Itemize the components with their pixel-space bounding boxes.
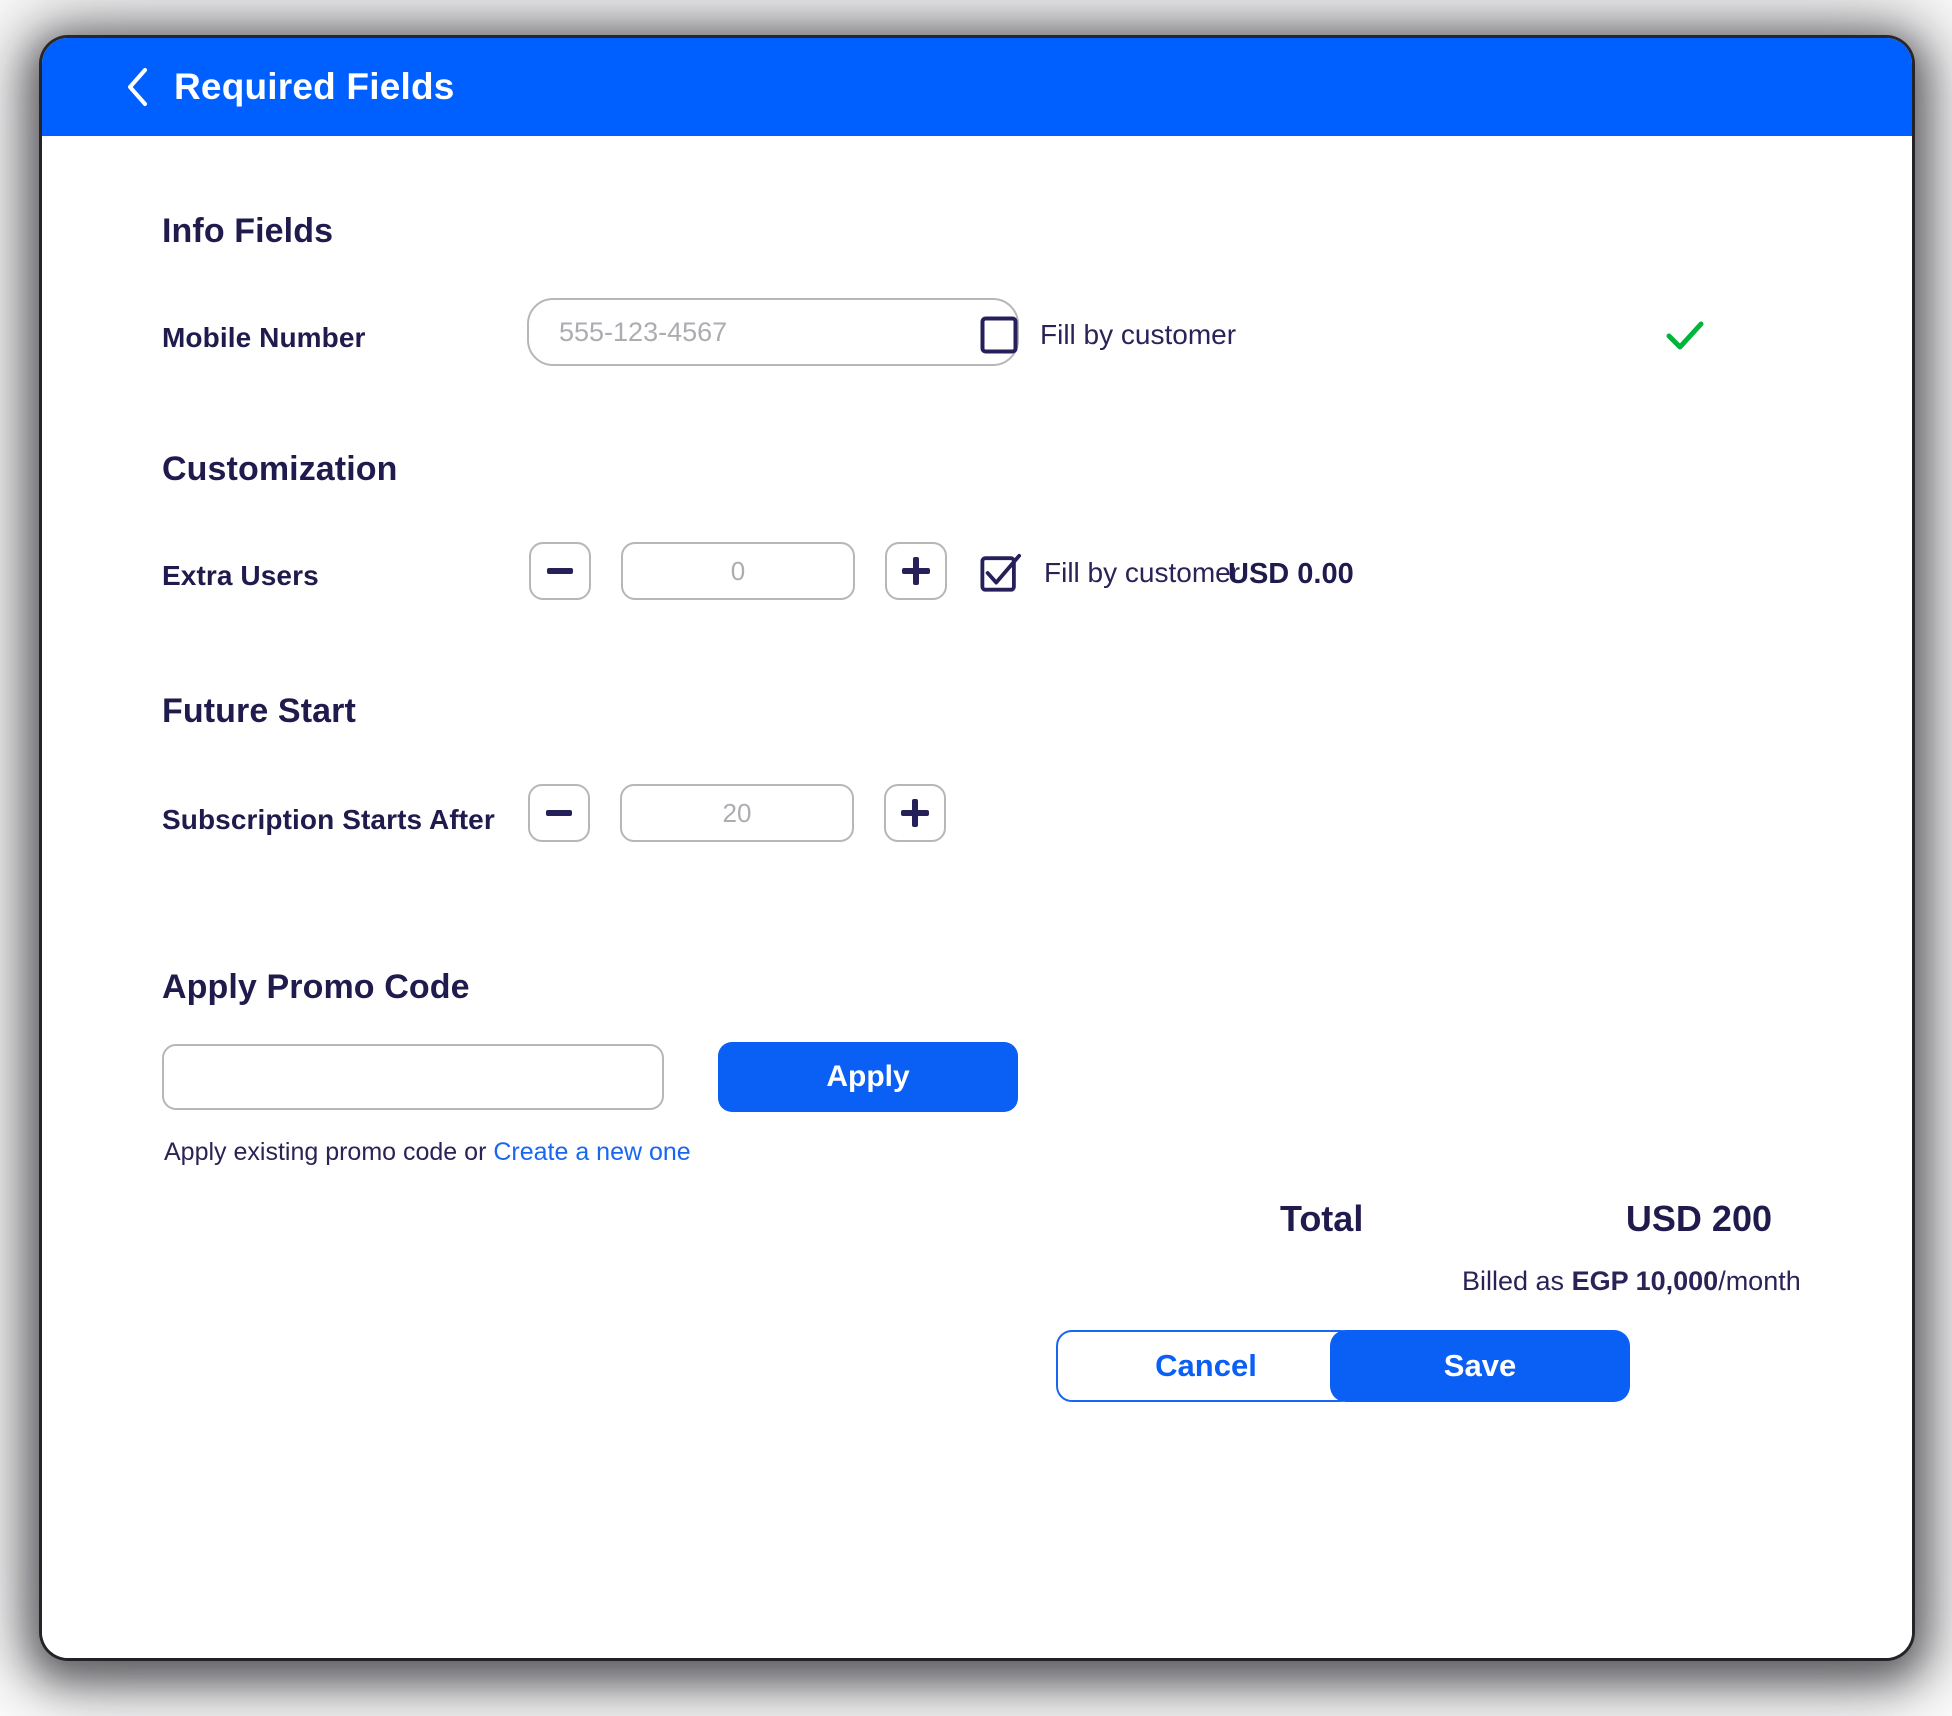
- extra-users-fill-by-customer-group[interactable]: Fill by customer: [980, 552, 1240, 594]
- subscription-starts-after-stepper: [528, 784, 946, 842]
- extra-users-price: USD 0.00: [1228, 558, 1354, 590]
- screen: Required Fields Info Fields Mobile Numbe…: [0, 0, 1952, 1716]
- billed-as-text: Billed as EGP 10,000/month: [1462, 1266, 1801, 1297]
- checkbox-checked-icon[interactable]: [980, 552, 1022, 594]
- extra-users-decrement-button[interactable]: [529, 542, 591, 600]
- promo-hint: Apply existing promo code or Create a ne…: [164, 1138, 691, 1167]
- section-title-customization: Customization: [162, 450, 398, 488]
- apply-promo-button[interactable]: Apply: [718, 1042, 1018, 1112]
- modal-body: Info Fields Mobile Number Fill by custom…: [42, 136, 1912, 1658]
- billed-suffix: /month: [1718, 1266, 1801, 1296]
- extra-users-fill-by-customer-label: Fill by customer: [1044, 557, 1241, 588]
- subscription-increment-button[interactable]: [884, 784, 946, 842]
- required-fields-modal: Required Fields Info Fields Mobile Numbe…: [42, 38, 1912, 1658]
- total-label: Total: [1280, 1198, 1364, 1239]
- save-button[interactable]: Save: [1330, 1330, 1630, 1402]
- mobile-fill-by-customer-label: Fill by customer: [1040, 319, 1237, 350]
- label-mobile-number: Mobile Number: [162, 322, 366, 353]
- mobile-number-input[interactable]: [527, 298, 1019, 366]
- modal-titlebar: Required Fields: [42, 38, 1912, 136]
- cancel-button[interactable]: Cancel: [1056, 1330, 1356, 1402]
- minus-icon: [546, 810, 572, 816]
- label-extra-users: Extra Users: [162, 560, 319, 591]
- section-title-info-fields: Info Fields: [162, 212, 334, 250]
- create-promo-link[interactable]: Create a new one: [493, 1138, 690, 1166]
- page-title: Required Fields: [174, 66, 455, 107]
- check-icon: [1666, 321, 1704, 350]
- promo-code-input[interactable]: [162, 1044, 664, 1110]
- section-title-future-start: Future Start: [162, 692, 356, 730]
- subscription-starts-after-input[interactable]: [620, 784, 854, 842]
- minus-icon: [547, 568, 573, 574]
- section-title-promo: Apply Promo Code: [162, 968, 470, 1006]
- plus-icon: [902, 557, 930, 585]
- chevron-left-icon[interactable]: [124, 67, 150, 107]
- billed-prefix: Billed as: [1462, 1266, 1572, 1296]
- label-subscription-starts-after: Subscription Starts After: [162, 804, 495, 835]
- extra-users-input[interactable]: [621, 542, 855, 600]
- total-value: USD 200: [1625, 1198, 1772, 1239]
- mobile-fill-by-customer-group[interactable]: Fill by customer: [980, 316, 1236, 354]
- checkbox-unchecked-icon[interactable]: [980, 316, 1018, 354]
- promo-hint-prefix: Apply existing promo code or: [164, 1138, 494, 1166]
- extra-users-stepper: [529, 542, 947, 600]
- extra-users-increment-button[interactable]: [885, 542, 947, 600]
- billed-amount: EGP 10,000: [1571, 1266, 1719, 1296]
- subscription-decrement-button[interactable]: [528, 784, 590, 842]
- plus-icon: [901, 799, 929, 827]
